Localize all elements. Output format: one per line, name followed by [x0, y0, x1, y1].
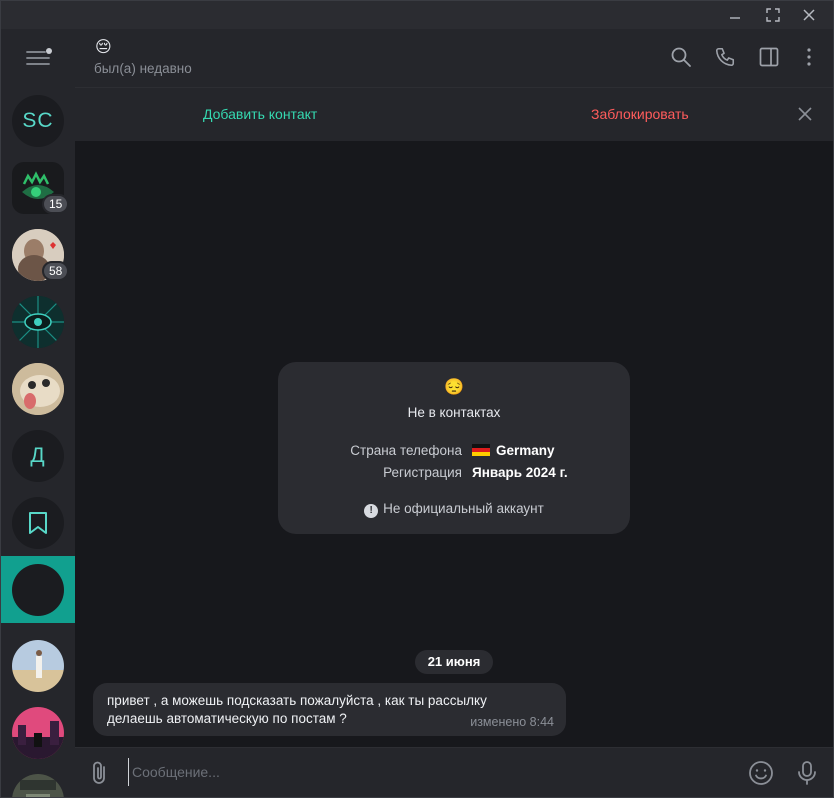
pink-city-art-icon — [12, 707, 64, 759]
title-bar — [1, 1, 833, 29]
chat-header: 😔 был(а) недавно — [75, 29, 833, 87]
avatar — [12, 497, 64, 549]
info-card-title: Не в контактах — [407, 405, 501, 420]
peer-status: был(а) недавно — [94, 61, 192, 76]
app-window: SC 15 58 Д 😔 был(а) недавно Добавить кон… — [0, 0, 834, 798]
animal-photo-icon — [12, 363, 64, 415]
more-vertical-icon — [807, 48, 811, 66]
unread-badge: 15 — [42, 194, 70, 214]
maximize-icon — [766, 8, 780, 22]
close-icon — [798, 107, 812, 121]
avatar-initials: Д — [30, 444, 46, 467]
chat-item-d[interactable]: Д — [1, 422, 75, 489]
sidebar-toggle-icon — [759, 47, 779, 67]
avatar — [12, 640, 64, 692]
chat-item-portrait[interactable]: 58 — [1, 221, 75, 288]
avatar — [12, 707, 64, 759]
smile-icon — [749, 761, 773, 785]
avatar: SC — [12, 95, 64, 147]
registration-label: Регистрация — [383, 465, 462, 480]
message-bubble[interactable]: привет , а можешь подсказать пожалуйста … — [93, 683, 566, 736]
peer-name[interactable]: 😔 — [95, 37, 112, 56]
voice-record-button[interactable] — [793, 759, 821, 787]
minimize-button[interactable] — [717, 1, 753, 29]
message-input[interactable] — [128, 758, 728, 786]
maximize-button[interactable] — [755, 1, 791, 29]
message-text: привет , а можешь подсказать пожалуйста … — [107, 693, 487, 726]
teal-eye-art-icon — [12, 296, 64, 348]
avatar-initials: SC — [22, 109, 54, 132]
info-exclamation-icon: ! — [364, 504, 379, 518]
chat-item-saved[interactable] — [1, 489, 75, 556]
registration-value: Январь 2024 г. — [472, 465, 568, 480]
call-button[interactable] — [711, 43, 739, 71]
avatar — [12, 564, 64, 616]
chat-item-active[interactable] — [1, 556, 75, 623]
close-window-button[interactable] — [791, 1, 827, 29]
registration-row: Регистрация Январь 2024 г. — [278, 465, 630, 483]
chat-list-sidebar: SC 15 58 Д — [1, 29, 75, 797]
search-icon — [671, 47, 691, 67]
chat-item-pink-city[interactable] — [1, 699, 75, 766]
minimize-icon — [730, 17, 740, 19]
desert-photo-icon — [12, 640, 64, 692]
phone-country-name: Germany — [496, 443, 555, 458]
add-contact-button[interactable]: Добавить контакт — [203, 106, 317, 122]
main-menu-button[interactable] — [18, 43, 58, 73]
microphone-icon — [798, 761, 816, 785]
contact-action-bar: Добавить контакт Заблокировать — [75, 87, 833, 141]
emoji-button[interactable] — [747, 759, 775, 787]
paperclip-icon — [93, 761, 105, 784]
attach-button[interactable] — [87, 760, 113, 786]
chat-item-desert[interactable] — [1, 632, 75, 699]
peer-info-card: 😔 Не в контактах Страна телефона Germany… — [278, 362, 630, 534]
phone-country-value: Germany — [472, 443, 555, 458]
more-button[interactable] — [795, 43, 823, 71]
sidebar-toggle-button[interactable] — [755, 43, 783, 71]
avatar: Д — [12, 430, 64, 482]
chat-item-sc[interactable]: SC — [1, 87, 75, 154]
close-icon — [803, 9, 815, 21]
date-separator[interactable]: 21 июня — [415, 650, 493, 674]
avatar — [12, 296, 64, 348]
hamburger-menu-icon — [26, 48, 52, 65]
phone-country-label: Страна телефона — [350, 443, 462, 458]
avatar — [12, 774, 64, 797]
block-button[interactable]: Заблокировать — [591, 106, 689, 122]
phone-country-row: Страна телефона Germany — [278, 443, 630, 461]
unread-badge: 58 — [42, 261, 70, 281]
message-meta: изменено 8:44 — [470, 715, 554, 729]
bookmark-icon — [29, 512, 47, 534]
avatar — [12, 363, 64, 415]
message-area[interactable]: 😔 Не в контактах Страна телефона Germany… — [75, 141, 833, 747]
partial-photo-icon — [12, 774, 64, 797]
message-composer — [75, 747, 833, 797]
chat-item-teal-eye[interactable] — [1, 288, 75, 355]
chat-item-partial[interactable] — [1, 766, 75, 797]
unofficial-account-text: Не официальный аккаунт — [383, 501, 544, 516]
chat-item-animal[interactable] — [1, 355, 75, 422]
phone-icon — [715, 47, 735, 67]
germany-flag-icon — [472, 444, 490, 456]
unofficial-account-note: ! Не официальный аккаунт — [278, 501, 630, 518]
dismiss-action-bar-button[interactable] — [795, 104, 815, 124]
info-card-emoji: 😔 — [444, 379, 464, 396]
search-button[interactable] — [667, 43, 695, 71]
chat-item-eye-logo[interactable]: 15 — [1, 154, 75, 221]
